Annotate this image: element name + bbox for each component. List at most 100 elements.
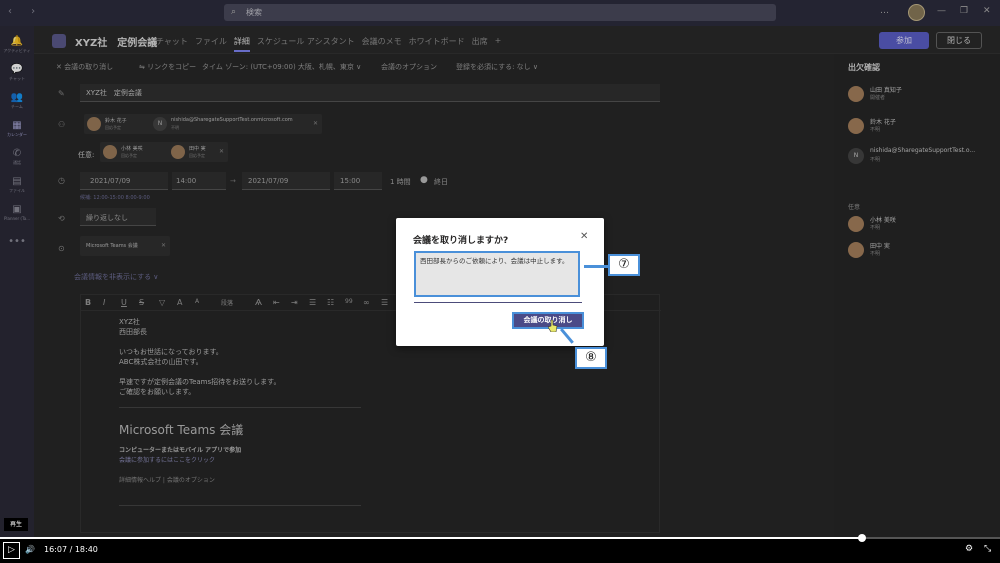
maximize-icon[interactable]: ❐ [960,6,968,16]
title-input[interactable] [80,84,660,102]
close-window-icon[interactable]: ✕ [983,6,991,16]
numbered-list-icon[interactable]: ☷ [327,298,334,307]
meeting-title: XYZ社 定例会議 [75,38,158,49]
paragraph-dropdown[interactable]: 段落 [221,298,233,307]
allday-toggle[interactable]: ● [420,175,428,185]
registration-dropdown[interactable]: 登録を必須にする: なし ∨ [456,62,538,72]
italic-icon[interactable]: I [103,298,105,307]
calendar-meeting-icon [52,34,66,48]
time-display: 16:07 / 18:40 [44,545,98,554]
underline-icon[interactable]: U [121,298,127,307]
timezone-dropdown[interactable]: タイム ゾーン: (UTC+09:00) 大阪、札幌、東京 ∨ [202,62,361,72]
fullscreen-exit-icon[interactable]: ⤡ [984,544,991,554]
clock-icon: ◷ [58,176,65,185]
remove-icon[interactable]: ✕ [219,148,224,155]
clear-format-icon[interactable]: Ѧ [255,298,262,307]
add-tab-icon[interactable]: + [495,36,502,52]
rail-files[interactable]: ▤ ファイル [0,176,34,194]
avatar: N [153,117,167,131]
minimize-icon[interactable]: — [937,6,946,16]
cancel-message-input[interactable]: 西田部長からのご依頼により、会議は中止します。 [414,251,580,297]
body-line: いつもお世話になっております。 [119,348,223,356]
search-icon: ⌕ [231,7,237,17]
join-meeting-link[interactable]: 会議に参加するにはここをクリック [119,455,215,464]
tab-files[interactable]: ファイル [195,36,227,52]
callout-8: ⑧ [575,347,607,369]
more-options-icon[interactable]: … [880,6,889,16]
rail-planner[interactable]: ▣ Planner (Ta... [0,204,34,222]
arrow-right-icon: → [230,177,236,185]
time-suggestion[interactable]: 候補: 12:00-15:00 8:00-9:00 [80,194,150,201]
rail-calls[interactable]: ✆ 通話 [0,148,34,166]
start-time: 14:00 [176,177,197,185]
progress-handle[interactable] [858,534,866,542]
attendee-row: 山田 真知子 開催者 [848,84,998,106]
highlight-icon[interactable]: ▽ [159,298,165,307]
outdent-icon[interactable]: ⇤ [273,298,280,307]
join-button[interactable]: 参加 [879,32,929,49]
cancel-meeting-button[interactable]: ✕ 会議の取り消し [56,62,113,72]
optional-label: 任意: [78,151,95,159]
bold-icon[interactable]: B [85,298,91,307]
copy-link-button[interactable]: ⇋ リンクをコピー [139,62,196,72]
rail-calendar[interactable]: ▦ カレンダー [0,120,34,138]
title-value: XYZ社 定例会議 [86,89,142,97]
chat-icon: 💬 [10,64,24,75]
title-bar: ‹ › ⌕ 検索 … — ❐ ✕ [0,0,1000,26]
indent-icon[interactable]: ⇥ [291,298,298,307]
app-rail: 🔔 アクティビティ 💬 チャット 👥 チーム ▦ カレンダー ✆ 通話 ▤ ファ… [0,26,34,537]
user-avatar[interactable] [908,4,925,21]
play-button[interactable]: ▷ [3,542,20,559]
search-placeholder: 検索 [246,8,262,17]
link-icon[interactable]: ∞ [363,298,370,307]
tab-meeting-notes[interactable]: 会議のメモ [362,36,402,52]
settings-icon[interactable]: ⚙ [965,544,973,554]
close-button[interactable]: 閉じる [936,32,982,49]
close-icon[interactable]: ✕ [580,231,588,242]
tab-chat[interactable]: チャット [156,36,188,52]
align-icon[interactable]: ☰ [381,298,388,307]
repeat-value: 繰り返しなし [86,214,128,222]
help-links[interactable]: 詳細情報ヘルプ | 会議のオプション [119,475,215,484]
divider [119,505,361,506]
tab-whiteboard[interactable]: ホワイトボード [409,36,465,52]
rail-more[interactable]: ••• [0,236,34,248]
tab-attendance[interactable]: 出席 [472,36,488,52]
volume-icon[interactable]: 🔊 [25,545,35,554]
avatar [103,145,117,159]
attendee-row: N nishida@SharegateSupportTest.o... 不明 [848,146,998,168]
progress-fill [0,537,862,539]
strikethrough-icon[interactable]: S [139,298,144,307]
attendee-row: 田中 実 不明 [848,240,998,262]
attendance-title: 出欠確認 [848,63,880,72]
location-icon: ⊙ [58,244,65,253]
avatar [848,216,864,232]
teams-heading: Microsoft Teams 会議 [119,423,244,437]
attendee-chip[interactable]: 田中 実 回応予定 ✕ [168,142,228,162]
attendee-chip[interactable]: N nishida@SharegateSupportTest.onmicroso… [150,114,322,134]
end-time: 15:00 [340,177,361,185]
quote-icon[interactable]: 99 [345,298,353,305]
remove-icon[interactable]: ✕ [161,242,166,249]
search-box[interactable]: ⌕ 検索 [224,4,776,21]
hide-details-link[interactable]: 会議情報を非表示にする ∨ [74,272,158,282]
font-size-icon[interactable]: A [195,298,199,305]
divider [119,407,361,408]
location-chip[interactable]: Microsoft Teams 会議 ✕ [80,236,170,256]
body-line: ご確認をお願いします。 [119,388,196,396]
font-color-icon[interactable]: A [177,298,182,307]
tab-details[interactable]: 詳細 [233,36,250,52]
hand-cursor-icon [548,320,558,332]
tab-scheduling-assistant[interactable]: スケジュール アシスタント [257,36,355,52]
rail-teams[interactable]: 👥 チーム [0,92,34,110]
nav-arrows[interactable]: ‹ › [8,6,43,17]
rail-chat[interactable]: 💬 チャット [0,64,34,82]
body-line: XYZ社 [119,318,140,326]
remove-icon[interactable]: ✕ [313,120,318,127]
avatar: N [848,148,864,164]
callout-connector [584,265,608,268]
rail-activity[interactable]: 🔔 アクティビティ [0,36,34,54]
meeting-options-button[interactable]: 会議のオプション [381,62,437,72]
start-date: 2021/07/09 [90,177,131,185]
bullet-list-icon[interactable]: ☰ [309,298,316,307]
